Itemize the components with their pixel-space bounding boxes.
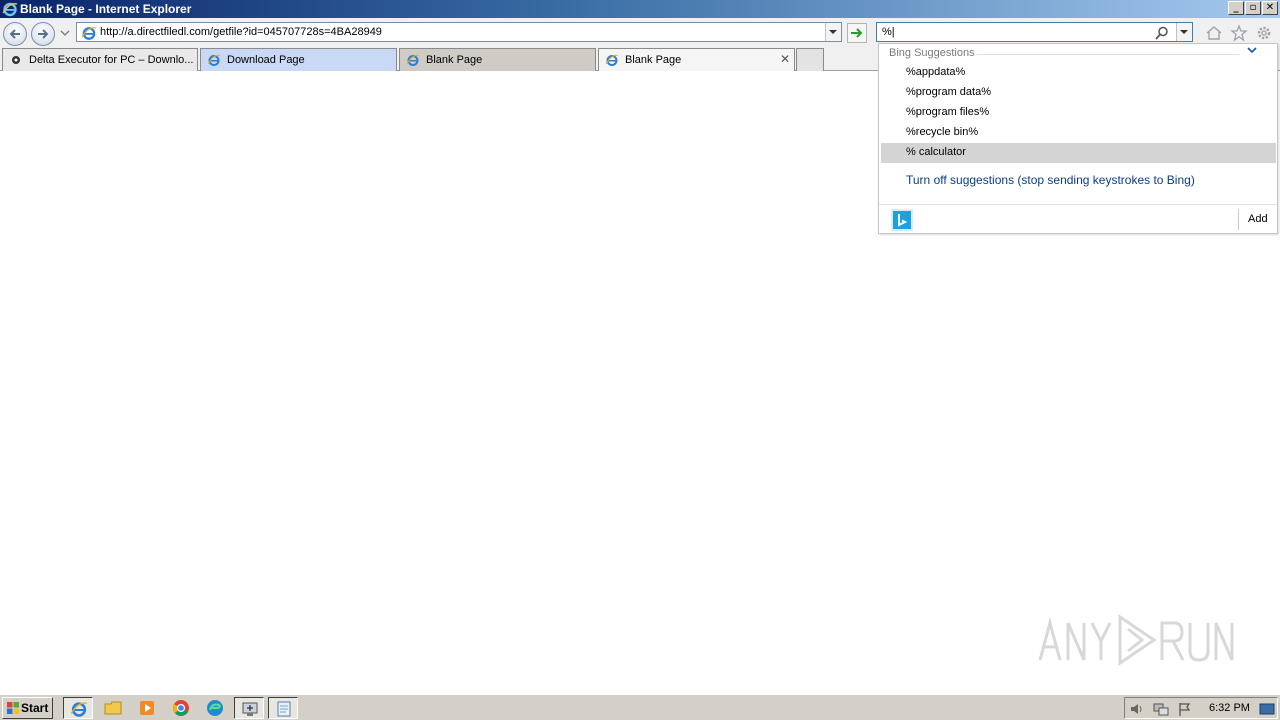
title-bar: Blank Page - Internet Explorer _ ▫ ✕: [0, 0, 1280, 18]
taskbar-file-explorer[interactable]: [98, 697, 128, 719]
tab-blank-page-1[interactable]: Blank Page: [399, 48, 596, 71]
tab-blank-page-active[interactable]: Blank Page ✕: [598, 48, 795, 71]
suggestions-header: Bing Suggestions: [889, 47, 975, 59]
home-icon[interactable]: [1205, 24, 1223, 42]
search-input[interactable]: %|: [882, 26, 895, 38]
search-icon[interactable]: [1154, 25, 1170, 41]
close-window-button[interactable]: ✕: [1262, 1, 1278, 15]
edge-icon: [207, 700, 223, 716]
taskbar-internet-explorer[interactable]: [63, 697, 93, 719]
taskbar-edge[interactable]: [200, 697, 230, 719]
taskbar-media-player[interactable]: [132, 697, 162, 719]
tab-label: Blank Page: [426, 54, 483, 66]
network-icon[interactable]: [1153, 701, 1169, 717]
suggestion-text: % calculator: [906, 146, 966, 158]
tab-close-icon[interactable]: ✕: [780, 52, 790, 66]
search-suggestions-dropdown: Bing Suggestions %appdata% %program data…: [878, 43, 1278, 234]
ie-icon: [207, 54, 221, 66]
address-dropdown-button[interactable]: [825, 23, 841, 41]
forward-arrow-icon: [38, 29, 49, 39]
taskbar: Start 6:32 PM: [0, 694, 1280, 720]
add-search-provider-button[interactable]: Add: [1248, 213, 1268, 225]
address-bar[interactable]: http://a.directfiledl.com/getfile?id=045…: [76, 22, 842, 42]
ie-page-icon: [81, 27, 97, 40]
ie-icon: [605, 54, 619, 66]
back-button[interactable]: [3, 22, 27, 46]
go-button[interactable]: [847, 23, 867, 43]
chrome-icon: [173, 700, 189, 716]
tab-delta-executor[interactable]: Delta Executor for PC – Downlo...: [2, 48, 198, 71]
ie-icon: [406, 54, 420, 66]
divider: [1238, 209, 1239, 230]
volume-icon[interactable]: [1129, 701, 1145, 717]
network-tool-icon: [242, 702, 258, 716]
taskbar-chrome[interactable]: [166, 697, 196, 719]
suggestion-text: %program files%: [906, 106, 990, 118]
recent-pages-dropdown-icon[interactable]: [60, 29, 70, 37]
suggestion-text: %recycle bin%: [906, 126, 979, 138]
chevron-down-icon: [1180, 30, 1188, 34]
media-player-icon: [140, 701, 154, 715]
start-button[interactable]: Start: [2, 697, 53, 719]
minimize-button[interactable]: _: [1228, 1, 1244, 15]
dark-site-icon: [12, 56, 20, 64]
tab-label: Blank Page: [625, 54, 682, 66]
suggestion-item[interactable]: %appdata%: [881, 63, 1276, 83]
navigation-bar: http://a.directfiledl.com/getfile?id=045…: [0, 18, 1280, 46]
chevron-down-icon: [829, 30, 837, 34]
tab-label: Download Page: [227, 54, 305, 66]
gear-icon[interactable]: [1255, 24, 1273, 42]
windows-logo-icon: [7, 702, 19, 714]
header-divider: [977, 54, 1239, 55]
internet-explorer-icon: [70, 702, 88, 717]
tab-label: Delta Executor for PC – Downlo...: [29, 54, 194, 66]
divider: [879, 204, 1277, 205]
action-center-flag-icon[interactable]: [1177, 701, 1193, 717]
back-arrow-icon: [9, 29, 20, 39]
search-box[interactable]: %|: [876, 22, 1193, 42]
turn-off-suggestions-link[interactable]: Turn off suggestions (stop sending keyst…: [906, 173, 1195, 187]
window-title: Blank Page - Internet Explorer: [20, 2, 192, 16]
anyrun-watermark-logo: [1038, 614, 1234, 666]
notepad-icon: [277, 701, 291, 717]
taskbar-network-tool[interactable]: [234, 697, 264, 719]
forward-button[interactable]: [31, 22, 55, 46]
suggestion-item[interactable]: %program files%: [881, 103, 1276, 123]
bing-icon[interactable]: [891, 209, 913, 231]
show-desktop-icon[interactable]: [1259, 701, 1275, 717]
suggestion-text: %appdata%: [906, 66, 966, 78]
system-tray: 6:32 PM: [1124, 697, 1278, 719]
collapse-chevron-icon[interactable]: [1247, 46, 1257, 54]
taskbar-notepad[interactable]: [268, 697, 298, 719]
internet-explorer-icon: [2, 2, 18, 17]
file-explorer-icon: [104, 701, 122, 715]
suggestion-item[interactable]: %program data%: [881, 83, 1276, 103]
favorites-star-icon[interactable]: [1230, 24, 1248, 42]
address-url[interactable]: http://a.directfiledl.com/getfile?id=045…: [100, 26, 382, 38]
tab-download-page[interactable]: Download Page: [200, 48, 397, 71]
search-provider-dropdown[interactable]: [1176, 23, 1192, 41]
clock: 6:32 PM: [1209, 702, 1250, 714]
restore-button[interactable]: ▫: [1245, 1, 1261, 15]
start-label: Start: [21, 701, 49, 715]
go-arrow-icon: [851, 28, 863, 38]
suggestion-item[interactable]: %recycle bin%: [881, 123, 1276, 143]
suggestion-item-selected[interactable]: % calculator: [881, 143, 1276, 163]
new-tab-button[interactable]: [796, 48, 824, 71]
suggestion-text: %program data%: [906, 86, 991, 98]
